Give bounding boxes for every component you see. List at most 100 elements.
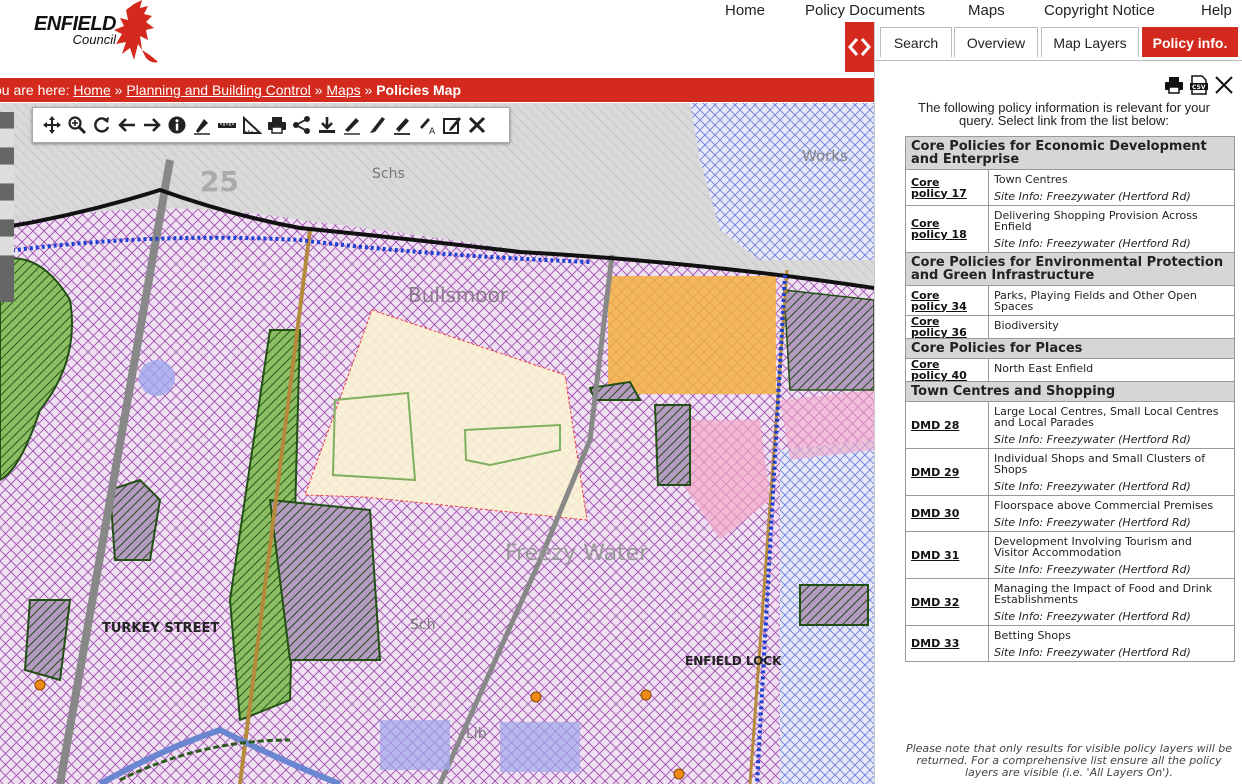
policy-row: DMD 33 Betting Shops Site Info: Freezywate… bbox=[905, 625, 1235, 662]
map-canvas[interactable] bbox=[0, 103, 874, 784]
map-label-number: 25 bbox=[200, 165, 239, 198]
tab-map-layers[interactable]: Map Layers bbox=[1041, 27, 1139, 57]
map-label-turkey-street: TURKEY STREET bbox=[102, 621, 220, 636]
map-toolbar: A bbox=[32, 107, 510, 143]
policy-link[interactable]: Core policy 36 bbox=[911, 316, 983, 338]
map-side-controls bbox=[0, 112, 14, 302]
policy-title: Town Centres bbox=[994, 173, 1068, 186]
policy-link[interactable]: Core policy 34 bbox=[911, 290, 983, 312]
breadcrumb-planning[interactable]: Planning and Building Control bbox=[126, 82, 310, 98]
info-icon[interactable] bbox=[164, 111, 189, 139]
close-panel-icon[interactable] bbox=[1214, 75, 1234, 95]
policy-link[interactable]: DMD 32 bbox=[911, 597, 983, 608]
policy-section-title: Core Policies for Economic Development a… bbox=[905, 136, 1235, 170]
policy-link[interactable]: Core policy 17 bbox=[911, 177, 983, 199]
download-icon[interactable] bbox=[314, 111, 339, 139]
map-side-button[interactable] bbox=[0, 200, 14, 220]
policy-section-header: Core Policies for Places bbox=[905, 338, 1235, 359]
edit-icon[interactable] bbox=[439, 111, 464, 139]
measure-area-icon[interactable] bbox=[239, 111, 264, 139]
policy-row: Core policy 34 Parks, Playing Fields and O… bbox=[905, 285, 1235, 316]
panel-actions: CSV bbox=[1164, 74, 1234, 96]
policy-link[interactable]: Core policy 18 bbox=[911, 218, 983, 240]
policy-link[interactable]: DMD 30 bbox=[911, 508, 983, 519]
nav-help[interactable]: Help bbox=[1201, 2, 1232, 19]
panel-tabs: Search Overview Map Layers Policy info. bbox=[875, 22, 1242, 61]
policy-site-info: Site Info: Freezywater (Hertford Rd) bbox=[994, 237, 1191, 250]
policy-link[interactable]: DMD 33 bbox=[911, 638, 983, 649]
policy-link[interactable]: DMD 31 bbox=[911, 550, 983, 561]
nav-home[interactable]: Home bbox=[725, 2, 765, 19]
close-icon[interactable] bbox=[464, 111, 489, 139]
pan-icon[interactable] bbox=[39, 111, 64, 139]
policy-table: Core Policies for Economic Development a… bbox=[905, 136, 1235, 662]
policy-site-info: Site Info: Freezywater (Hertford Rd) bbox=[994, 480, 1191, 493]
breadcrumb-maps[interactable]: Maps bbox=[326, 82, 360, 98]
policy-row: DMD 32 Managing the Impact of Food and Dr… bbox=[905, 578, 1235, 626]
policies-map[interactable]: 25 Schs Works Bullsmoor Freezy Water TUR… bbox=[0, 103, 874, 784]
policy-ref-cell: DMD 33 bbox=[905, 625, 989, 662]
zoom-icon[interactable] bbox=[64, 111, 89, 139]
policy-title: Delivering Shopping Provision Across Enf… bbox=[994, 209, 1198, 233]
tab-policy-info[interactable]: Policy info. bbox=[1142, 27, 1238, 57]
policy-section-title: Town Centres and Shopping bbox=[905, 381, 1235, 402]
policy-desc-cell: Managing the Impact of Food and Drink Es… bbox=[988, 578, 1235, 626]
draw-line-icon[interactable] bbox=[339, 111, 364, 139]
svg-text:A: A bbox=[429, 127, 436, 135]
policy-row: DMD 30 Floorspace above Commercial Premis… bbox=[905, 495, 1235, 532]
policy-site-info: Site Info: Freezywater (Hertford Rd) bbox=[994, 190, 1191, 203]
map-side-button[interactable] bbox=[0, 236, 14, 256]
policy-title: Development Involving Tourism and Visito… bbox=[994, 535, 1192, 559]
print-icon[interactable] bbox=[1164, 75, 1184, 95]
policy-ref-cell: DMD 30 bbox=[905, 495, 989, 532]
csv-export-icon[interactable]: CSV bbox=[1189, 75, 1209, 95]
policy-intro-text: The following policy information is rele… bbox=[918, 100, 1210, 128]
measure-point-icon[interactable] bbox=[189, 111, 214, 139]
draw-pen-icon[interactable] bbox=[364, 111, 389, 139]
share-icon[interactable] bbox=[289, 111, 314, 139]
policy-ref-cell: DMD 28 bbox=[905, 401, 989, 449]
map-label-works: Works bbox=[802, 147, 848, 165]
map-label-freezywater: Freezy Water bbox=[505, 541, 649, 566]
council-logo[interactable]: ENFIELD Council bbox=[16, 14, 117, 47]
refresh-icon[interactable] bbox=[89, 111, 114, 139]
draw-marker-icon[interactable] bbox=[389, 111, 414, 139]
tab-overview[interactable]: Overview bbox=[954, 27, 1038, 57]
nav-copyright-notice[interactable]: Copyright Notice bbox=[1044, 2, 1155, 19]
policy-desc-cell: Floorspace above Commercial Premises Site… bbox=[988, 495, 1235, 532]
policy-title: Floorspace above Commercial Premises bbox=[994, 499, 1214, 512]
breadcrumb-home[interactable]: Home bbox=[73, 82, 110, 98]
policy-site-info: Site Info: Freezywater (Hertford Rd) bbox=[994, 563, 1191, 576]
policy-row: Core policy 40 North East Enfield bbox=[905, 358, 1235, 382]
policy-desc-cell: North East Enfield bbox=[988, 358, 1235, 382]
policy-row: Core policy 18 Delivering Shopping Provisi… bbox=[905, 205, 1235, 253]
print-icon[interactable] bbox=[264, 111, 289, 139]
map-side-button[interactable] bbox=[0, 164, 14, 184]
policy-link[interactable]: DMD 28 bbox=[911, 420, 983, 431]
draw-text-icon[interactable]: A bbox=[414, 111, 439, 139]
policy-site-info: Site Info: Freezywater (Hertford Rd) bbox=[994, 610, 1191, 623]
back-icon[interactable] bbox=[114, 111, 139, 139]
side-panel: Search Overview Map Layers Policy info. … bbox=[874, 22, 1242, 784]
map-side-button[interactable] bbox=[0, 128, 14, 148]
measure-line-icon[interactable] bbox=[214, 111, 239, 139]
policy-site-info: Site Info: Freezywater (Hertford Rd) bbox=[994, 433, 1191, 446]
map-label-enfield-lock: ENFIELD LOCK bbox=[685, 654, 782, 668]
forward-icon[interactable] bbox=[139, 111, 164, 139]
policy-link[interactable]: DMD 29 bbox=[911, 467, 983, 478]
policy-link[interactable]: Core policy 40 bbox=[911, 359, 983, 381]
policy-desc-cell: Biodiversity bbox=[988, 315, 1235, 339]
policy-site-info: Site Info: Freezywater (Hertford Rd) bbox=[994, 516, 1191, 529]
policy-footnote: Please note that only results for visibl… bbox=[905, 742, 1233, 779]
panel-toggle-button[interactable] bbox=[845, 22, 874, 72]
policy-desc-cell: Large Local Centres, Small Local Centres… bbox=[988, 401, 1235, 449]
policy-ref-cell: Core policy 36 bbox=[905, 315, 989, 339]
policy-title: Individual Shops and Small Clusters of S… bbox=[994, 452, 1206, 476]
nav-policy-documents[interactable]: Policy Documents bbox=[805, 2, 925, 19]
breadcrumb-separator: » bbox=[114, 82, 123, 98]
breadcrumb-prefix: ou are here: bbox=[0, 82, 70, 98]
nav-maps[interactable]: Maps bbox=[968, 2, 1005, 19]
policy-ref-cell: Core policy 40 bbox=[905, 358, 989, 382]
policy-desc-cell: Individual Shops and Small Clusters of S… bbox=[988, 448, 1235, 496]
tab-search[interactable]: Search bbox=[880, 27, 952, 57]
